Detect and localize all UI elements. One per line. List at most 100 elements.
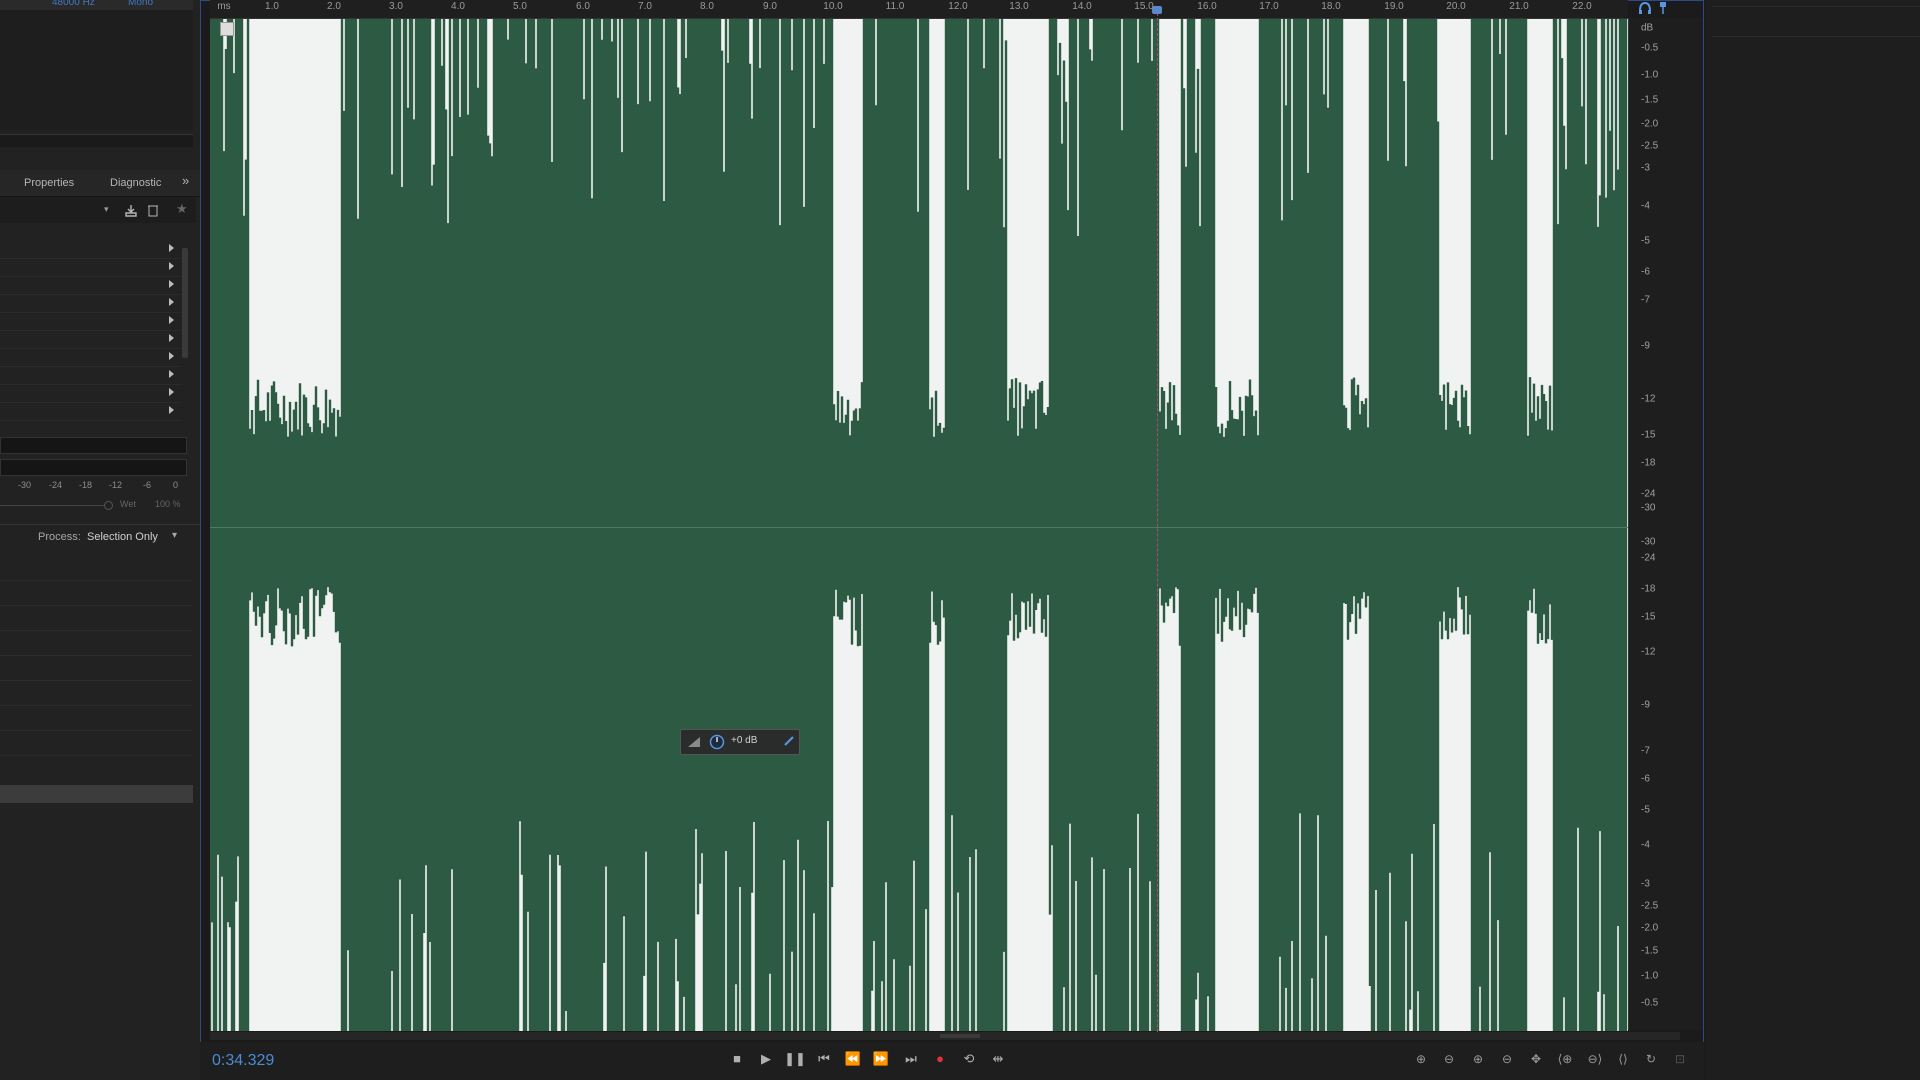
scroll-thumb[interactable] xyxy=(940,1034,980,1038)
wet-slider-track[interactable] xyxy=(0,505,104,506)
chevron-down-icon[interactable]: ▾ xyxy=(172,530,177,541)
preset-dropdown-icon[interactable]: ▾ xyxy=(104,204,109,215)
db-label: -30 xyxy=(1641,536,1656,548)
db-label: -1.0 xyxy=(1641,69,1659,81)
ruler-label: 7.0 xyxy=(638,1,652,12)
horizontal-scrollbar[interactable] xyxy=(210,1032,1680,1040)
meter-label: 0 xyxy=(173,480,179,490)
rewind-icon[interactable]: ⏪ xyxy=(842,1048,864,1070)
list-item[interactable] xyxy=(0,402,182,421)
list-item[interactable] xyxy=(0,384,182,403)
expand-arrow-icon[interactable] xyxy=(169,280,174,288)
record-icon[interactable]: ● xyxy=(929,1048,951,1070)
skip-end-icon[interactable]: ⏭ xyxy=(900,1048,922,1070)
expand-arrow-icon[interactable] xyxy=(169,298,174,306)
ruler-label: 12.0 xyxy=(948,1,968,12)
ruler-label: 16.0 xyxy=(1197,1,1217,12)
tab-diagnostic[interactable]: Diagnostic xyxy=(110,177,161,189)
zoom-in-time-icon[interactable]: ⊕ xyxy=(1467,1048,1489,1070)
zoom-selection-icon[interactable]: ⟨⟩ xyxy=(1612,1048,1634,1070)
pin-hud-icon[interactable] xyxy=(783,735,795,747)
favorite-star-icon[interactable]: ★ xyxy=(176,201,188,217)
channel-center-line xyxy=(210,527,1628,528)
pin-icon[interactable] xyxy=(1658,1,1668,15)
list-item[interactable] xyxy=(0,348,182,367)
list-item[interactable] xyxy=(0,276,182,295)
ruler-label: 14.0 xyxy=(1072,1,1092,12)
skip-selection-icon[interactable]: ⇹ xyxy=(987,1048,1009,1070)
expand-arrow-icon[interactable] xyxy=(169,388,174,396)
zoom-reset-icon[interactable]: ↻ xyxy=(1640,1048,1662,1070)
list-item[interactable] xyxy=(0,240,182,259)
meter-label: -30 xyxy=(18,480,32,490)
db-label: -18 xyxy=(1641,457,1656,469)
list-item[interactable] xyxy=(0,312,182,331)
db-label: -2.5 xyxy=(1641,140,1659,152)
expand-arrow-icon[interactable] xyxy=(169,370,174,378)
zoom-out-amplitude-icon[interactable]: ⊖ xyxy=(1438,1048,1460,1070)
expand-arrow-icon[interactable] xyxy=(169,316,174,324)
expand-arrow-icon[interactable] xyxy=(169,334,174,342)
zoom-settings-icon[interactable]: ⊡ xyxy=(1669,1048,1691,1070)
expand-arrow-icon[interactable] xyxy=(169,244,174,252)
playhead[interactable] xyxy=(1157,8,1158,1032)
loop-icon[interactable]: ⟲ xyxy=(958,1048,980,1070)
db-label: -18 xyxy=(1641,583,1656,595)
zoom-full-icon[interactable]: ✥ xyxy=(1525,1048,1547,1070)
zoom-in-point-icon[interactable]: ⟨⊕ xyxy=(1554,1048,1576,1070)
ruler-unit: ms xyxy=(217,1,231,12)
zoom-in-amplitude-icon[interactable]: ⊕ xyxy=(1410,1048,1432,1070)
time-selection-icon[interactable] xyxy=(220,22,234,36)
meter-scale: -30 -24 -18 -12 -6 0 xyxy=(0,480,185,492)
skip-start-icon[interactable]: ⏮ xyxy=(813,1048,835,1070)
ruler-label: 5.0 xyxy=(513,1,527,12)
stop-icon[interactable]: ■ xyxy=(726,1048,748,1070)
panel-scrollbar[interactable] xyxy=(0,785,193,803)
delete-preset-icon[interactable] xyxy=(146,203,160,217)
wet-label: Wet xyxy=(120,499,136,509)
expand-arrow-icon[interactable] xyxy=(169,262,174,270)
time-ruler[interactable]: ms 1.0 2.0 3.0 4.0 5.0 6.0 7.0 8.0 9.0 1… xyxy=(210,0,1628,19)
tab-properties[interactable]: Properties xyxy=(24,177,74,189)
list-item[interactable] xyxy=(0,330,182,349)
panel-overflow-icon[interactable]: » xyxy=(182,173,189,188)
play-icon[interactable]: ▶ xyxy=(755,1048,777,1070)
current-time[interactable]: 0:34.329 xyxy=(212,1052,274,1070)
fast-forward-icon[interactable]: ⏩ xyxy=(870,1048,892,1070)
meter-label: -24 xyxy=(49,480,63,490)
gain-knob-icon[interactable] xyxy=(709,734,725,750)
ruler-label: 1.0 xyxy=(265,1,279,12)
wet-slider-handle[interactable] xyxy=(104,501,113,510)
list-area xyxy=(0,560,193,800)
ruler-label: 13.0 xyxy=(1009,1,1029,12)
expand-arrow-icon[interactable] xyxy=(169,406,174,414)
process-select[interactable]: Selection Only xyxy=(87,531,158,543)
ruler-label: 4.0 xyxy=(451,1,465,12)
headphones-icon[interactable] xyxy=(1638,1,1652,15)
ruler-label: 3.0 xyxy=(389,1,403,12)
list-scrollbar[interactable] xyxy=(182,248,188,358)
waveform-display[interactable] xyxy=(210,19,1628,1031)
divider xyxy=(0,524,200,525)
list-item[interactable] xyxy=(0,294,182,313)
waveform-path xyxy=(210,19,1628,1031)
zoom-out-time-icon[interactable]: ⊖ xyxy=(1496,1048,1518,1070)
pause-icon[interactable]: ❚❚ xyxy=(784,1048,806,1070)
db-label: -7 xyxy=(1641,294,1650,306)
list-item[interactable] xyxy=(0,258,182,277)
db-label: -5 xyxy=(1641,804,1650,816)
wet-value: 100 % xyxy=(155,499,181,509)
db-label: -4 xyxy=(1641,839,1650,851)
db-label: -1.0 xyxy=(1641,970,1659,982)
db-label: -30 xyxy=(1641,502,1656,514)
panel-top-area xyxy=(0,0,193,130)
sample-rate: 48000 Hz xyxy=(52,0,95,8)
save-preset-icon[interactable] xyxy=(124,203,138,217)
playhead-marker-icon[interactable] xyxy=(1152,6,1162,14)
list-item[interactable] xyxy=(0,366,182,385)
zoom-out-point-icon[interactable]: ⊖⟩ xyxy=(1584,1048,1606,1070)
gain-hud[interactable]: +0 dB xyxy=(680,729,800,755)
expand-arrow-icon[interactable] xyxy=(169,352,174,360)
meter-label: -6 xyxy=(143,480,152,490)
db-scale[interactable]: dB -0.5 -1.0 -1.5 -2.0 -2.5 -3 -4 -5 -6 … xyxy=(1628,18,1703,1030)
